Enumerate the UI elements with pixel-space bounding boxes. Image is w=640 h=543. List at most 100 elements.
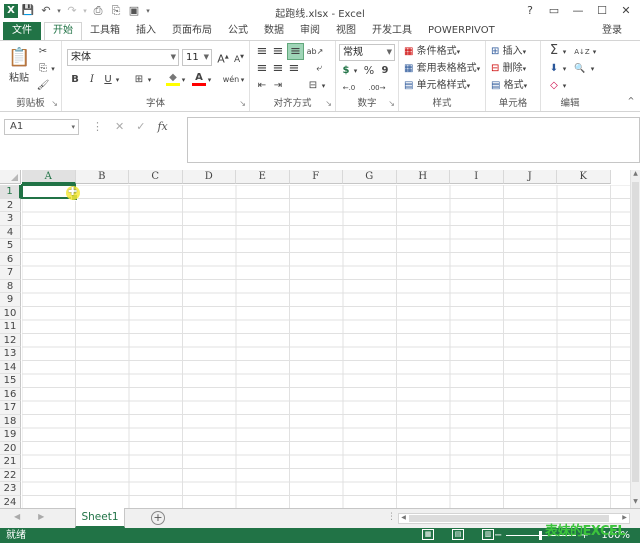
number-launcher-icon[interactable]: ↘ xyxy=(388,99,395,108)
scroll-up-icon[interactable]: ▲ xyxy=(631,170,640,180)
column-header-g[interactable]: G xyxy=(343,170,397,184)
find-select-icon[interactable]: 🔍 xyxy=(573,61,587,77)
row-header-11[interactable]: 11 xyxy=(0,320,21,334)
find-dropdown-icon[interactable]: ▾ xyxy=(589,61,596,77)
merge-center-icon[interactable]: ⊟ xyxy=(306,78,320,94)
paste-button[interactable]: 粘贴 xyxy=(6,71,32,87)
percent-icon[interactable]: % xyxy=(363,63,375,79)
wrap-text-icon[interactable]: ⤶ xyxy=(312,61,326,77)
number-format-select[interactable]: 常规 ▼ xyxy=(339,44,395,61)
normal-view-icon[interactable]: ▦ xyxy=(422,529,434,540)
italic-button[interactable]: I xyxy=(86,72,98,88)
delete-cells-button[interactable]: ⊟ 删除▾ xyxy=(491,61,539,77)
row-header-18[interactable]: 18 xyxy=(0,414,21,428)
column-header-e[interactable]: E xyxy=(236,170,290,184)
name-box[interactable]: A1 ▾ xyxy=(4,119,79,135)
column-header-h[interactable]: H xyxy=(396,170,450,184)
decrease-decimal-icon[interactable]: .00→ xyxy=(364,80,390,96)
row-header-9[interactable]: 9 xyxy=(0,293,21,307)
align-center-icon[interactable]: ≡ xyxy=(271,61,285,77)
vertical-scroll-thumb[interactable] xyxy=(632,182,639,482)
ribbon-display-button[interactable]: ▭ xyxy=(542,2,566,20)
sort-filter-icon[interactable]: A↓Z xyxy=(573,44,591,60)
column-header-k[interactable]: K xyxy=(557,170,611,184)
insert-cells-button[interactable]: ⊞ 插入▾ xyxy=(491,44,539,60)
tab-data[interactable]: 数据 xyxy=(256,22,292,40)
font-name-select[interactable]: 宋体 ▼ xyxy=(67,49,179,66)
alignment-launcher-icon[interactable]: ↘ xyxy=(325,99,332,108)
sheet-next-icon[interactable]: ▶ xyxy=(38,512,44,521)
sign-in-link[interactable]: 登录 xyxy=(602,22,622,40)
fill-dropdown-icon[interactable]: ▾ xyxy=(561,61,568,77)
tab-review[interactable]: 审阅 xyxy=(292,22,328,40)
font-launcher-icon[interactable]: ↘ xyxy=(239,99,246,108)
currency-dropdown-icon[interactable]: ▾ xyxy=(352,63,359,79)
shrink-font-icon[interactable]: A▼ xyxy=(232,49,246,65)
row-header-7[interactable]: 7 xyxy=(0,266,21,280)
column-header-b[interactable]: B xyxy=(75,170,129,184)
clipboard-launcher-icon[interactable]: ↘ xyxy=(51,99,58,108)
row-header-4[interactable]: 4 xyxy=(0,225,21,239)
column-header-d[interactable]: D xyxy=(182,170,236,184)
row-header-13[interactable]: 13 xyxy=(0,347,21,361)
maximize-button[interactable]: ☐ xyxy=(590,2,614,20)
phonetic-icon[interactable]: wén xyxy=(222,72,240,88)
row-header-14[interactable]: 14 xyxy=(0,360,21,374)
increase-decimal-icon[interactable]: ←.0 xyxy=(338,80,360,96)
decrease-indent-icon[interactable]: ⇤ xyxy=(255,78,269,94)
tab-insert[interactable]: 插入 xyxy=(128,22,164,40)
comma-icon[interactable]: 9 xyxy=(379,63,391,79)
insert-function-icon[interactable]: fx xyxy=(157,119,167,135)
row-header-21[interactable]: 21 xyxy=(0,455,21,469)
row-header-2[interactable]: 2 xyxy=(0,198,21,212)
fill-down-icon[interactable]: ⬇ xyxy=(547,61,561,77)
tab-file[interactable]: 文件 xyxy=(3,22,41,40)
tab-page-layout[interactable]: 页面布局 xyxy=(164,22,220,40)
clear-icon[interactable]: ◇ xyxy=(547,78,561,94)
row-header-1[interactable]: 1 xyxy=(0,185,21,199)
worksheet-grid[interactable]: ABCDEFGHIJK12345678910111213141516171819… xyxy=(0,170,640,508)
align-bottom-icon[interactable]: ≡ xyxy=(287,43,304,60)
column-header-i[interactable]: I xyxy=(450,170,504,184)
font-color-icon[interactable]: A xyxy=(192,70,206,86)
row-header-12[interactable]: 12 xyxy=(0,333,21,347)
row-header-24[interactable]: 24 xyxy=(0,495,21,508)
tab-powerpivot[interactable]: POWERPIVOT xyxy=(420,22,503,40)
enter-icon[interactable]: ✓ xyxy=(136,119,145,135)
collapse-ribbon-icon[interactable]: ^ xyxy=(626,93,636,109)
column-header-j[interactable]: J xyxy=(503,170,557,184)
row-header-15[interactable]: 15 xyxy=(0,374,21,388)
tab-split-handle-icon[interactable]: ⋮ xyxy=(387,512,396,522)
font-color-dropdown-icon[interactable]: ▾ xyxy=(206,72,213,88)
underline-button[interactable]: U xyxy=(102,72,114,88)
row-header-8[interactable]: 8 xyxy=(0,279,21,293)
autosum-dropdown-icon[interactable]: ▾ xyxy=(561,44,568,60)
conditional-formatting-button[interactable]: ▦ 条件格式▾ xyxy=(404,44,484,60)
bold-button[interactable]: B xyxy=(69,72,81,88)
close-button[interactable]: ✕ xyxy=(614,2,638,20)
border-dropdown-icon[interactable]: ▾ xyxy=(146,72,153,88)
tab-formulas[interactable]: 公式 xyxy=(220,22,256,40)
copy-icon[interactable]: ⎘ xyxy=(36,61,50,77)
cell-area[interactable] xyxy=(22,185,630,508)
tab-toolbox[interactable]: 工具箱 xyxy=(82,22,128,40)
align-middle-icon[interactable]: ≡ xyxy=(271,44,285,60)
align-right-icon[interactable]: ≡ xyxy=(287,61,301,77)
minimize-button[interactable]: — xyxy=(566,2,590,20)
grow-font-icon[interactable]: A▲ xyxy=(216,49,230,66)
formula-input[interactable] xyxy=(187,117,640,163)
tab-view[interactable]: 视图 xyxy=(328,22,364,40)
row-header-17[interactable]: 17 xyxy=(0,401,21,415)
autosum-icon[interactable]: Σ xyxy=(547,43,561,59)
formula-bar-splitter-icon[interactable]: ⋮ xyxy=(92,119,103,135)
tab-developer[interactable]: 开发工具 xyxy=(364,22,420,40)
orientation-icon[interactable]: ab↗ xyxy=(306,44,324,60)
currency-icon[interactable]: $ xyxy=(340,63,352,79)
sort-dropdown-icon[interactable]: ▾ xyxy=(591,44,598,60)
zoom-knob[interactable] xyxy=(539,531,543,540)
merge-dropdown-icon[interactable]: ▾ xyxy=(320,78,327,94)
tab-home[interactable]: 开始 xyxy=(44,22,82,40)
select-all-button[interactable] xyxy=(0,170,21,184)
add-sheet-icon[interactable]: + xyxy=(151,511,165,525)
row-header-23[interactable]: 23 xyxy=(0,482,21,496)
